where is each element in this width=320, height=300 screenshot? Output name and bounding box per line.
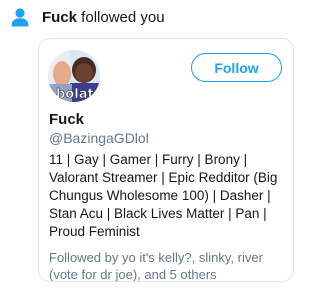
- notification-header: Fuck followed you: [6, 4, 294, 30]
- avatar-image: bolat: [48, 50, 100, 102]
- notification-text: Fuck followed you: [42, 9, 165, 26]
- person-icon: [11, 8, 29, 27]
- user-bio: 11 | Gay | Gamer | Furry | Brony | Valor…: [49, 152, 278, 239]
- notification-item[interactable]: Fuck followed you bolat Follow Fuck @Baz…: [0, 0, 300, 300]
- notification-action: followed you: [77, 8, 165, 26]
- avatar-text: bolat: [56, 87, 94, 102]
- user-card[interactable]: bolat Follow Fuck @BazingaGDlol 11 | Gay…: [38, 38, 294, 282]
- followed-by-text[interactable]: Followed by yo it's kelly?, slinky, rive…: [49, 249, 285, 281]
- avatar[interactable]: bolat: [48, 50, 100, 102]
- follow-button[interactable]: Follow: [191, 53, 282, 82]
- display-name[interactable]: Fuck: [49, 111, 84, 128]
- follower-name[interactable]: Fuck: [42, 9, 77, 26]
- user-handle[interactable]: @BazingaGDlol: [49, 130, 149, 146]
